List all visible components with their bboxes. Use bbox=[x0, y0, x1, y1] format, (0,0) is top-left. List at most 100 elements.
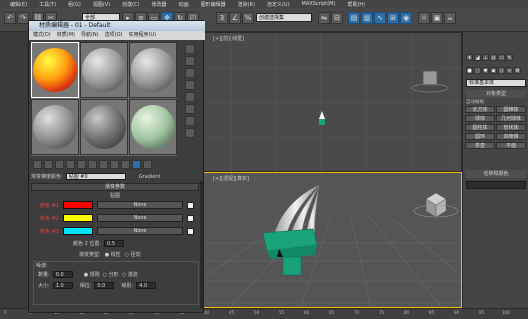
display-tab-icon[interactable]: ▭ bbox=[498, 54, 505, 61]
color2-map-checkbox[interactable] bbox=[187, 214, 194, 222]
reset-map-icon[interactable] bbox=[66, 160, 75, 169]
color2-swatch[interactable] bbox=[63, 214, 93, 222]
map-type-button[interactable]: Gradient bbox=[139, 174, 161, 180]
box-button[interactable]: 长方体 bbox=[465, 106, 495, 113]
color3-map-checkbox[interactable] bbox=[187, 227, 194, 235]
menu-help[interactable]: 帮助(H) bbox=[347, 1, 365, 8]
angle-snap-icon[interactable]: ∠ bbox=[229, 12, 241, 24]
named-selection-dropdown[interactable]: 创建选择集 bbox=[256, 13, 312, 22]
select-by-material-icon[interactable] bbox=[185, 128, 195, 138]
menu-graph-editors[interactable]: 图形编辑器 bbox=[201, 1, 226, 8]
mirror-icon[interactable]: ⇋ bbox=[318, 12, 330, 24]
color3-swatch[interactable] bbox=[63, 227, 93, 235]
put-to-library-icon[interactable] bbox=[88, 160, 97, 169]
autogrid-checkbox[interactable]: 自动栅格 bbox=[466, 99, 484, 105]
rendered-frame-icon[interactable]: ▣ bbox=[431, 12, 443, 24]
make-preview-icon[interactable] bbox=[185, 104, 195, 114]
layer-manager-icon[interactable]: ▤ bbox=[348, 12, 360, 24]
menu-utilities[interactable]: 实用程序(U) bbox=[128, 31, 156, 40]
menu-navigation[interactable]: 导航(N) bbox=[81, 31, 99, 40]
schematic-view-icon[interactable]: ⊞ bbox=[387, 12, 399, 24]
object-name-input[interactable] bbox=[466, 181, 526, 189]
torus-button[interactable]: 圆环 bbox=[465, 133, 495, 140]
spacewarps-icon[interactable]: ≈ bbox=[506, 67, 513, 74]
snap-icon[interactable]: 3 bbox=[216, 12, 228, 24]
motion-tab-icon[interactable]: ◎ bbox=[490, 54, 497, 61]
sample-slot[interactable] bbox=[80, 42, 128, 98]
uv-tiling-icon[interactable] bbox=[185, 80, 195, 90]
lights-icon[interactable]: ✹ bbox=[482, 67, 489, 74]
noise-regular-radio[interactable]: ● 规则 bbox=[84, 271, 100, 278]
rollout-gradient-params[interactable]: 渐变参数 bbox=[31, 183, 199, 191]
menu-modes[interactable]: 模式(D) bbox=[33, 31, 51, 40]
show-map-icon[interactable] bbox=[110, 160, 119, 169]
geometry-icon[interactable]: ● bbox=[466, 67, 473, 74]
background-icon[interactable] bbox=[185, 68, 195, 78]
video-check-icon[interactable] bbox=[185, 92, 195, 102]
go-forward-sibling-icon[interactable] bbox=[143, 160, 152, 169]
material-editor-scrollbar[interactable] bbox=[200, 181, 203, 309]
put-to-scene-icon[interactable] bbox=[44, 160, 53, 169]
menu-create[interactable]: 创建(C) bbox=[122, 1, 139, 8]
render-setup-icon[interactable]: ☼ bbox=[418, 12, 430, 24]
sample-type-icon[interactable] bbox=[185, 44, 195, 54]
menu-material[interactable]: 材质(M) bbox=[57, 31, 75, 40]
assign-to-selection-icon[interactable] bbox=[55, 160, 64, 169]
ribbon-icon[interactable]: ▥ bbox=[361, 12, 373, 24]
create-tab-icon[interactable]: ✦ bbox=[466, 54, 473, 61]
options-icon[interactable] bbox=[185, 116, 195, 126]
render-icon[interactable]: ☕ bbox=[444, 12, 456, 24]
menu-group[interactable]: 组(G) bbox=[68, 1, 81, 8]
rollout-name-color[interactable]: 名称和颜色 bbox=[466, 170, 526, 178]
sphere-button[interactable]: 球体 bbox=[465, 115, 495, 122]
rollout-object-type[interactable]: 对象类型 bbox=[466, 90, 526, 98]
modify-tab-icon[interactable]: ◢ bbox=[474, 54, 481, 61]
cameras-icon[interactable]: ▪ bbox=[490, 67, 497, 74]
tube-button[interactable]: 管状体 bbox=[496, 124, 526, 131]
color1-swatch[interactable] bbox=[63, 201, 93, 209]
make-unique-icon[interactable] bbox=[77, 160, 86, 169]
material-editor-window[interactable]: 材质编辑器 - 01 - Default 模式(D) 材质(M) 导航(N) 选… bbox=[28, 20, 205, 313]
viewport-front[interactable]: [+][前][线框] bbox=[200, 32, 463, 173]
noise-fractal-radio[interactable]: ○ 分形 bbox=[103, 271, 119, 278]
menu-edit[interactable]: 编辑(E) bbox=[10, 1, 27, 8]
undo-icon[interactable]: ↶ bbox=[4, 12, 16, 24]
color2-map-button[interactable]: None bbox=[97, 214, 183, 222]
noise-turbulence-radio[interactable]: ○ 湍流 bbox=[122, 271, 138, 278]
color3-map-button[interactable]: None bbox=[97, 227, 183, 235]
align-icon[interactable]: ⊟ bbox=[331, 12, 343, 24]
shapes-icon[interactable]: ◌ bbox=[474, 67, 481, 74]
color1-map-checkbox[interactable] bbox=[187, 201, 194, 209]
gradient-linear-radio[interactable]: ● 线性 bbox=[105, 251, 121, 258]
helpers-icon[interactable]: ◇ bbox=[498, 67, 505, 74]
pyramid-button[interactable]: 四棱锥 bbox=[496, 133, 526, 140]
menu-maxscript[interactable]: MAXScript(M) bbox=[302, 1, 336, 7]
menu-modifiers[interactable]: 修改器 bbox=[152, 1, 167, 8]
curve-editor-icon[interactable]: ∿ bbox=[374, 12, 386, 24]
menu-animation[interactable]: 动画 bbox=[179, 1, 189, 8]
get-material-icon[interactable] bbox=[33, 160, 42, 169]
go-to-parent-icon[interactable] bbox=[132, 160, 141, 169]
gradient-radial-radio[interactable]: ○ 径向 bbox=[125, 251, 141, 258]
menu-views[interactable]: 视图(V) bbox=[93, 1, 110, 8]
percent-snap-icon[interactable]: % bbox=[242, 12, 254, 24]
size-spinner[interactable]: 1.0 bbox=[52, 282, 73, 289]
menu-options[interactable]: 选项(O) bbox=[105, 31, 123, 40]
systems-icon[interactable]: ⚙ bbox=[514, 67, 521, 74]
cylinder-button[interactable]: 圆柱体 bbox=[465, 124, 495, 131]
hierarchy-tab-icon[interactable]: ⊥ bbox=[482, 54, 489, 61]
amount-spinner[interactable]: 0.0 bbox=[52, 271, 73, 278]
menu-rendering[interactable]: 渲染(R) bbox=[238, 1, 255, 8]
sample-slot[interactable] bbox=[80, 99, 128, 155]
material-editor-title[interactable]: 材质编辑器 - 01 - Default bbox=[29, 21, 205, 31]
sample-slot[interactable] bbox=[31, 99, 79, 155]
show-end-result-icon[interactable] bbox=[121, 160, 130, 169]
sample-slot[interactable] bbox=[129, 99, 177, 155]
phase-spinner[interactable]: 0.0 bbox=[94, 282, 115, 289]
sample-slot-active[interactable] bbox=[31, 42, 79, 98]
plane-button[interactable]: 平面 bbox=[496, 142, 526, 149]
menu-customize[interactable]: 自定义(U) bbox=[267, 1, 290, 8]
utilities-tab-icon[interactable]: ✎ bbox=[506, 54, 513, 61]
material-id-icon[interactable] bbox=[99, 160, 108, 169]
menu-tools[interactable]: 工具(T) bbox=[39, 1, 56, 8]
